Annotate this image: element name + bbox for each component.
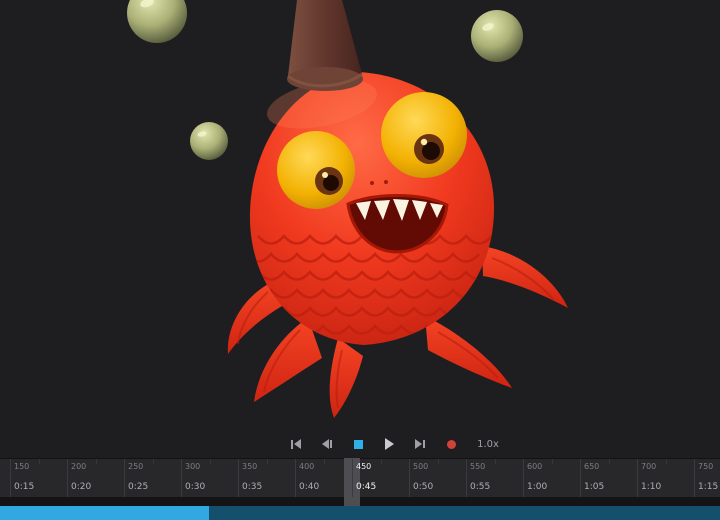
play-icon: [385, 438, 394, 450]
stop-button[interactable]: [349, 435, 367, 453]
record-button[interactable]: [442, 435, 460, 453]
ruler-minor-tick: [267, 459, 268, 464]
canvas-viewport[interactable]: [0, 0, 720, 430]
stop-icon: [354, 440, 363, 449]
ruler-minor-tick: [39, 459, 40, 464]
ruler-tick: 4500:45: [352, 459, 406, 497]
ruler-minor-tick: [666, 459, 667, 464]
step-backward-button[interactable]: [318, 435, 336, 453]
step-backward-icon: [322, 439, 332, 449]
ruler-tick: 6501:05: [580, 459, 634, 497]
ruler-tick: 3500:35: [238, 459, 292, 497]
ruler-minor-tick: [552, 459, 553, 464]
step-forward-button[interactable]: [411, 435, 429, 453]
ruler-tick: 7501:15: [694, 459, 720, 497]
ruler-minor-tick: [438, 459, 439, 464]
ruler-tick: 7001:10: [637, 459, 691, 497]
ruler-tick: 1500:15: [10, 459, 64, 497]
goldfish-character: [228, 0, 568, 418]
timeline-ruler[interactable]: 1500:152000:202500:253000:303500:354000:…: [0, 458, 720, 497]
ruler-minor-tick: [495, 459, 496, 464]
ruler-minor-tick: [381, 459, 382, 464]
step-forward-icon: [415, 439, 425, 449]
ruler-minor-tick: [153, 459, 154, 464]
ruler-tick: 4000:40: [295, 459, 349, 497]
ruler-minor-tick: [324, 459, 325, 464]
goldfish-illustration: [0, 0, 720, 430]
ruler-tick: 5500:55: [466, 459, 520, 497]
ruler-tick: 3000:30: [181, 459, 235, 497]
skip-to-start-icon: [291, 439, 301, 449]
playback-speed[interactable]: 1.0x: [477, 439, 499, 450]
play-button[interactable]: [380, 435, 398, 453]
timeline-lower-strip: [0, 497, 720, 506]
app-window: 1.0x 1500:152000:202500:253000:303500:35…: [0, 0, 720, 520]
ruler-tick: 5000:50: [409, 459, 463, 497]
record-icon: [447, 440, 456, 449]
ruler-minor-tick: [96, 459, 97, 464]
ruler-minor-tick: [609, 459, 610, 464]
ruler-tick: 2500:25: [124, 459, 178, 497]
scrollbar-thumb[interactable]: [0, 506, 209, 520]
skip-to-start-button[interactable]: [287, 435, 305, 453]
ruler-minor-tick: [210, 459, 211, 464]
ruler-tick: 2000:20: [67, 459, 121, 497]
ruler-tick: 6001:00: [523, 459, 577, 497]
scrollbar-track[interactable]: [0, 506, 720, 520]
transport-bar: 1.0x: [0, 430, 720, 458]
